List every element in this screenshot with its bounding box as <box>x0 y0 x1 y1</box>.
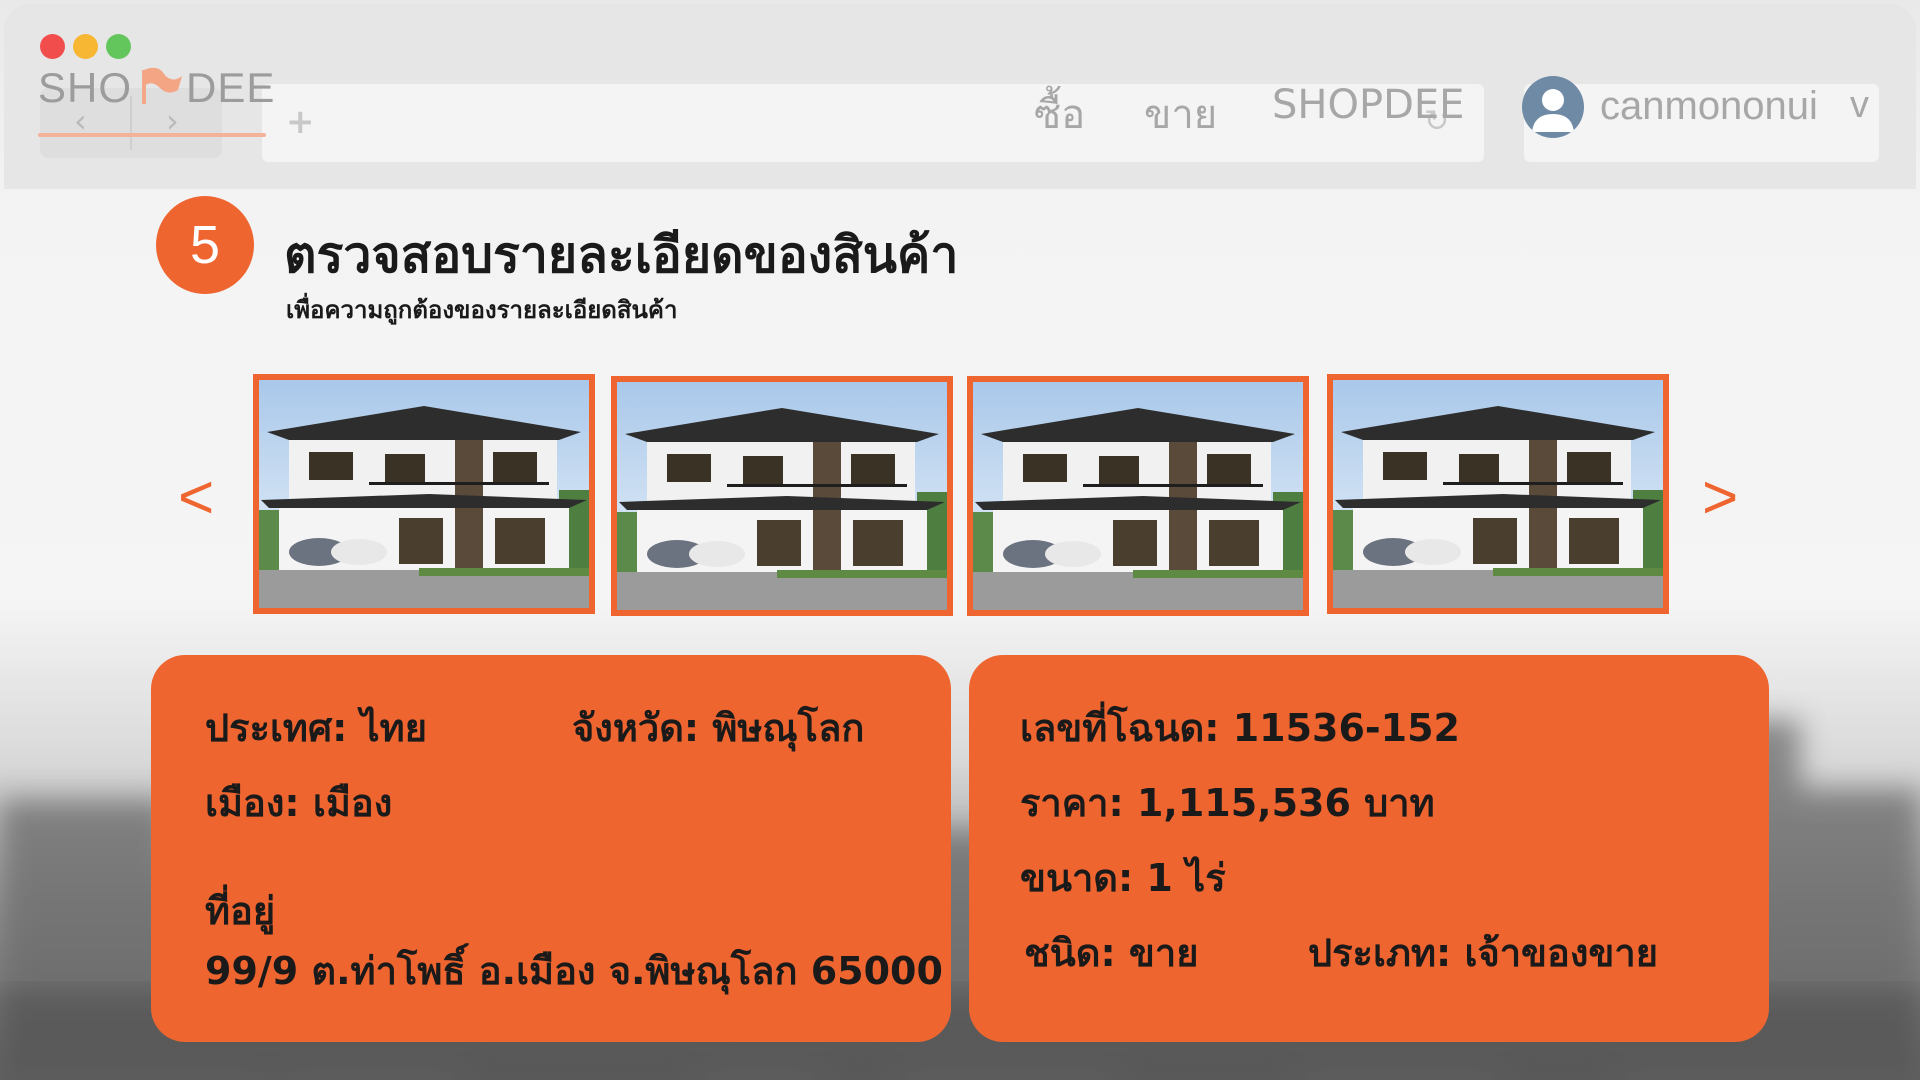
city-value: เมือง <box>312 781 393 825</box>
country-info: ประเทศ: ไทย <box>205 697 427 758</box>
property-thumbnail[interactable] <box>253 374 595 614</box>
window-close-button[interactable] <box>40 34 65 59</box>
carousel-prev-arrow-icon[interactable]: < <box>178 462 214 533</box>
type-value: เจ้าของขาย <box>1464 931 1658 975</box>
province-label: จังหวัด: <box>572 706 700 750</box>
type-label: ประเภท: <box>1308 931 1452 975</box>
address-label: ที่อยู่ <box>205 889 276 933</box>
size-label: ขนาด: <box>1020 856 1134 900</box>
logo-underline <box>38 133 266 137</box>
type-info: ประเภท: เจ้าของขาย <box>1308 922 1658 983</box>
window-maximize-button[interactable] <box>106 34 131 59</box>
country-label: ประเทศ: <box>205 706 348 750</box>
city-info: เมือง: เมือง <box>205 772 392 833</box>
new-tab-plus-icon[interactable]: + <box>286 102 315 142</box>
logo-text-left: SHO <box>38 64 133 111</box>
city-label: เมือง: <box>205 781 300 825</box>
country-value: ไทย <box>360 706 427 750</box>
shopdee-logo[interactable]: SHO DEE <box>38 64 275 134</box>
kind-value: ขาย <box>1128 931 1199 975</box>
deed-label: เลขที่โฉนด: <box>1020 706 1220 750</box>
username[interactable]: canmononui <box>1600 84 1818 129</box>
property-thumbnail[interactable] <box>1327 374 1669 614</box>
flag-icon <box>142 67 183 104</box>
price-value: 1,115,536 บาท <box>1136 781 1435 825</box>
user-avatar-icon[interactable] <box>1522 76 1584 138</box>
deed-info: เลขที่โฉนด: 11536-152 <box>1020 697 1460 758</box>
menu-buy[interactable]: ซื้อ <box>1034 82 1085 146</box>
address-value: 99/9 ต.ท่าโพธิ์ อ.เมือง จ.พิษณุโลก 65000 <box>205 949 943 993</box>
size-value: 1 ไร่ <box>1146 856 1226 900</box>
menu-sell[interactable]: ขาย <box>1144 82 1217 146</box>
menu-shopdee[interactable]: SHOPDEE <box>1272 82 1464 128</box>
step-number-badge: 5 <box>156 196 254 294</box>
carousel-next-arrow-icon[interactable]: > <box>1702 462 1738 533</box>
property-thumbnail[interactable] <box>611 376 953 616</box>
kind-label: ชนิด: <box>1024 931 1116 975</box>
user-menu-caret-icon[interactable]: v <box>1850 84 1869 127</box>
page-title: ตรวจสอบรายละเอียดของสินค้า <box>284 226 959 284</box>
kind-info: ชนิด: ขาย <box>1024 922 1198 983</box>
province-info: จังหวัด: พิษณุโลก <box>572 697 864 758</box>
logo-text-right: DEE <box>186 64 276 111</box>
property-thumbnail[interactable] <box>967 376 1309 616</box>
deed-value: 11536-152 <box>1232 706 1460 750</box>
window-minimize-button[interactable] <box>73 34 98 59</box>
price-label: ราคา: <box>1020 781 1124 825</box>
price-info: ราคา: 1,115,536 บาท <box>1020 772 1435 833</box>
page-subtitle: เพื่อความถูกต้องของรายละเอียดสินค้า <box>286 296 678 324</box>
province-value: พิษณุโลก <box>712 706 865 750</box>
size-info: ขนาด: 1 ไร่ <box>1020 847 1226 908</box>
